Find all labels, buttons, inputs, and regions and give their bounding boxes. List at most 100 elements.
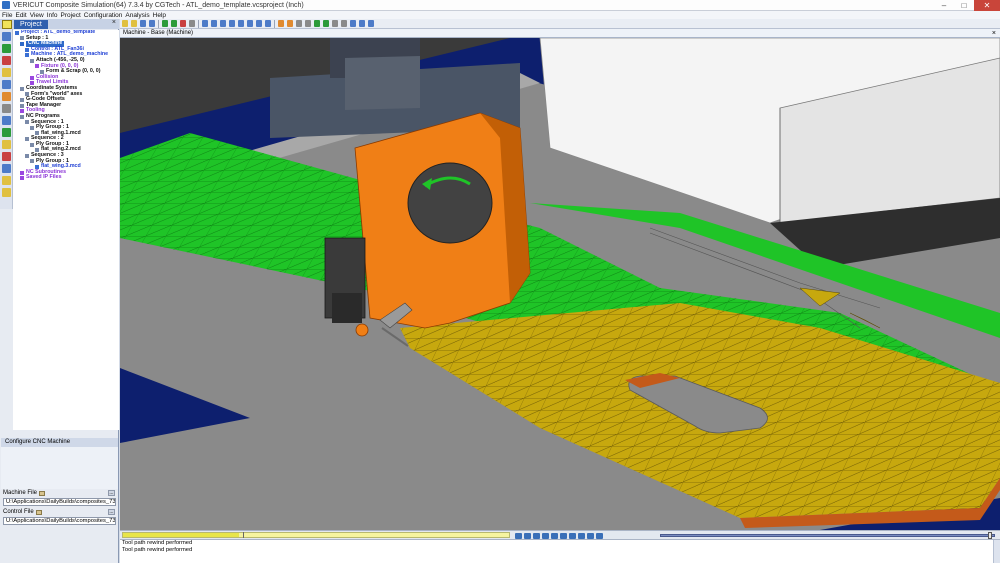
view-front-icon[interactable] [202,20,208,27]
log-scrollbar[interactable] [993,540,1000,563]
help-icon[interactable] [368,20,374,27]
compare-icon[interactable] [323,20,329,27]
simulation-progress-bar[interactable] [122,532,510,538]
step-icon[interactable] [189,20,195,27]
step-back-button[interactable] [524,532,531,539]
menu-info[interactable]: Info [47,12,58,19]
machine-icon[interactable] [2,80,11,89]
menu-project[interactable]: Project [61,12,81,19]
open-icon[interactable] [122,20,128,27]
tree-node-icon [25,120,29,125]
step-forward-button[interactable] [551,532,558,539]
save-icon[interactable] [140,20,146,27]
pause-button[interactable] [569,532,576,539]
pan-icon[interactable] [247,20,253,27]
measure-icon[interactable] [296,20,302,27]
play-button[interactable] [542,532,549,539]
tab-project[interactable]: Project [14,19,48,29]
check-icon[interactable] [314,20,320,27]
view-top-icon[interactable] [211,20,217,27]
machine-file-browse-button[interactable]: ... [108,490,115,496]
machine-3d-view[interactable] [120,38,1000,530]
tool-icon[interactable] [2,92,11,101]
project-tab-close-icon[interactable]: × [112,19,116,26]
project-tree-icon[interactable] [2,19,12,29]
tree-node[interactable]: Saved IP Files [13,175,119,181]
layout-icon[interactable] [350,20,356,27]
app-window: VERICUT Composite Simulation(64) 7.3.4 b… [0,0,1000,563]
tree-node-icon [15,30,19,35]
tree-node-icon [20,97,24,102]
settings-icon[interactable] [2,104,11,113]
menu-configuration[interactable]: Configuration [84,12,123,19]
animation-speed-slider[interactable] [660,532,995,539]
notes-icon[interactable] [2,188,11,197]
setup-icon[interactable] [2,32,11,41]
tree-node-icon [20,109,24,114]
menu-file[interactable]: File [2,12,12,19]
tree-node-label: Saved IP Files [26,174,62,181]
title-bar[interactable]: VERICUT Composite Simulation(64) 7.3.4 b… [0,0,1000,11]
config-cnc-machine-header: Configure CNC Machine [1,438,118,447]
project-tree[interactable]: Project : ATL_demo_template Setup : 1 CNC … [13,30,119,430]
menu-view[interactable]: View [30,12,44,19]
folder-open-icon[interactable] [131,20,137,27]
rewind-icon[interactable] [171,20,177,27]
fast-forward-button[interactable] [560,532,567,539]
save-icon[interactable] [2,140,11,149]
section-icon[interactable] [305,20,311,27]
window-icon[interactable] [359,20,365,27]
view-icon[interactable] [2,164,11,173]
tree-node-icon [20,170,24,175]
machine-file-field[interactable]: U:\Applications\DailyBuilds\composites_7… [3,498,116,506]
rewind-button[interactable] [515,532,522,539]
control-file-browse-button[interactable]: ... [108,509,115,515]
program-icon[interactable] [2,128,11,137]
minimize-button[interactable]: – [934,0,954,11]
reset-icon[interactable] [162,20,168,27]
machine-file-folder-icon[interactable] [39,490,46,496]
stop-button[interactable] [533,532,540,539]
stop-icon[interactable] [180,20,186,27]
add-icon[interactable] [2,44,11,53]
tree-node-icon [35,64,39,69]
machine-scene[interactable] [120,38,1000,530]
skip-button[interactable] [578,532,585,539]
loop-button[interactable] [587,532,594,539]
report-icon[interactable] [332,20,338,27]
report-icon[interactable] [2,176,11,185]
collision-icon[interactable] [2,152,11,161]
coordinate-icon[interactable] [2,116,11,125]
close-button[interactable]: ✕ [974,0,1000,11]
project-tools-strip [0,29,13,209]
options-button[interactable] [596,532,603,539]
simulation-control-bar [120,530,1000,539]
tape-icon[interactable] [278,20,284,27]
zoom-icon[interactable] [238,20,244,27]
toolbar-separator [198,19,199,28]
menu-edit[interactable]: Edit [15,12,26,19]
tree-node-icon [20,86,24,91]
log-icon[interactable] [341,20,347,27]
menu-bar: File Edit View Info Project Configuratio… [0,11,1000,19]
view-side-icon[interactable] [220,20,226,27]
viewport-close-icon[interactable]: × [992,29,996,38]
menu-analysis[interactable]: Analysis [125,12,149,19]
delete-icon[interactable] [2,56,11,65]
save-as-icon[interactable] [149,20,155,27]
tree-node-icon [20,114,24,119]
ply-icon[interactable] [287,20,293,27]
folder-icon[interactable] [2,68,11,77]
control-file-folder-icon[interactable] [35,509,42,515]
view-iso-icon[interactable] [229,20,235,27]
control-file-field[interactable]: U:\Applications\DailyBuilds\composites_7… [3,517,116,525]
project-tab-bar: Project × [0,19,119,29]
maximize-button[interactable]: □ [954,0,974,11]
rotate-icon[interactable] [256,20,262,27]
menu-help[interactable]: Help [153,12,166,19]
compaction-roller [355,323,369,337]
tree-node-icon [20,41,24,46]
fit-icon[interactable] [265,20,271,27]
control-file-label: Control File [3,509,42,515]
animation-speed-thumb[interactable] [988,532,993,539]
